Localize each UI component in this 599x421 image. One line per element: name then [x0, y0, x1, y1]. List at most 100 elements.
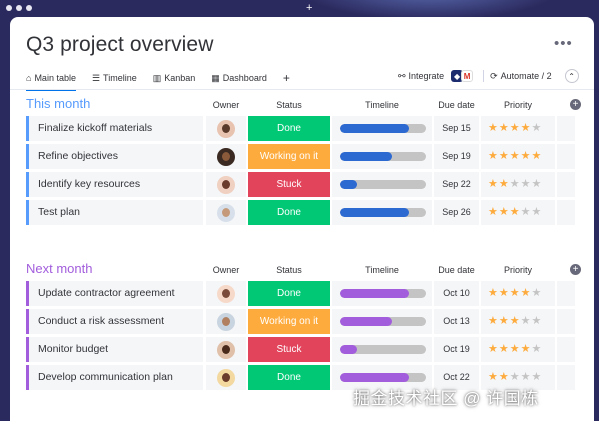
star-icon[interactable]: ★: [510, 122, 521, 134]
group-title[interactable]: Next month: [26, 261, 92, 276]
star-icon[interactable]: ★: [510, 150, 521, 162]
priority-rating[interactable]: ★★★★★: [481, 116, 555, 141]
collapse-header-button[interactable]: ⌃: [564, 69, 579, 83]
star-icon[interactable]: ★: [521, 178, 532, 190]
tab-kanban[interactable]: ▥ Kanban: [153, 71, 196, 85]
star-icon[interactable]: ★: [532, 122, 543, 134]
star-icon[interactable]: ★: [510, 206, 521, 218]
status-badge[interactable]: Stuck: [248, 337, 330, 362]
status-badge[interactable]: Done: [248, 200, 330, 225]
star-icon[interactable]: ★: [510, 178, 521, 190]
owner-cell[interactable]: [206, 116, 246, 141]
owner-cell[interactable]: [206, 309, 246, 334]
tab-dashboard[interactable]: ▦ Dashboard: [211, 71, 267, 85]
add-view-button[interactable]: +: [283, 71, 290, 85]
priority-rating[interactable]: ★★★★★: [481, 172, 555, 197]
star-icon[interactable]: ★: [510, 287, 521, 299]
window-controls[interactable]: [6, 5, 32, 11]
star-icon[interactable]: ★: [521, 315, 532, 327]
star-icon[interactable]: ★: [510, 371, 521, 383]
star-icon[interactable]: ★: [488, 343, 499, 355]
star-icon[interactable]: ★: [521, 150, 532, 162]
owner-cell[interactable]: [206, 200, 246, 225]
due-date[interactable]: Oct 13: [434, 309, 479, 334]
star-icon[interactable]: ★: [521, 343, 532, 355]
star-icon[interactable]: ★: [488, 371, 499, 383]
timeline-cell[interactable]: [332, 309, 432, 334]
star-icon[interactable]: ★: [532, 343, 543, 355]
item-name[interactable]: Refine objectives: [26, 144, 203, 169]
star-icon[interactable]: ★: [510, 315, 521, 327]
star-icon[interactable]: ★: [499, 206, 510, 218]
star-icon[interactable]: ★: [532, 315, 543, 327]
item-name[interactable]: Test plan: [26, 200, 203, 225]
priority-rating[interactable]: ★★★★★: [481, 200, 555, 225]
new-tab-icon[interactable]: +: [306, 1, 312, 15]
star-icon[interactable]: ★: [499, 343, 510, 355]
owner-cell[interactable]: [206, 281, 246, 306]
star-icon[interactable]: ★: [532, 206, 543, 218]
star-icon[interactable]: ★: [532, 178, 543, 190]
star-icon[interactable]: ★: [510, 343, 521, 355]
status-badge[interactable]: Done: [248, 365, 330, 390]
star-icon[interactable]: ★: [532, 287, 543, 299]
tab-main-table[interactable]: ⌂ Main table: [26, 71, 76, 91]
status-badge[interactable]: Stuck: [248, 172, 330, 197]
timeline-cell[interactable]: [332, 144, 432, 169]
star-icon[interactable]: ★: [521, 371, 532, 383]
star-icon[interactable]: ★: [488, 206, 499, 218]
priority-rating[interactable]: ★★★★★: [481, 337, 555, 362]
status-badge[interactable]: Working on it: [248, 144, 330, 169]
due-date[interactable]: Sep 15: [434, 116, 479, 141]
due-date[interactable]: Oct 10: [434, 281, 479, 306]
more-options-icon[interactable]: •••: [554, 35, 573, 52]
item-name[interactable]: Conduct a risk assessment: [26, 309, 203, 334]
status-badge[interactable]: Working on it: [248, 309, 330, 334]
item-name[interactable]: Identify key resources: [26, 172, 203, 197]
add-column-icon[interactable]: +: [570, 264, 581, 275]
star-icon[interactable]: ★: [521, 206, 532, 218]
star-icon[interactable]: ★: [532, 150, 543, 162]
star-icon[interactable]: ★: [499, 122, 510, 134]
due-date[interactable]: Sep 22: [434, 172, 479, 197]
timeline-cell[interactable]: [332, 116, 432, 141]
timeline-cell[interactable]: [332, 172, 432, 197]
due-date[interactable]: Oct 19: [434, 337, 479, 362]
star-icon[interactable]: ★: [499, 287, 510, 299]
item-name[interactable]: Update contractor agreement: [26, 281, 203, 306]
star-icon[interactable]: ★: [499, 315, 510, 327]
status-badge[interactable]: Done: [248, 116, 330, 141]
timeline-cell[interactable]: [332, 200, 432, 225]
status-badge[interactable]: Done: [248, 281, 330, 306]
star-icon[interactable]: ★: [532, 371, 543, 383]
group-title[interactable]: This month: [26, 96, 90, 111]
star-icon[interactable]: ★: [488, 150, 499, 162]
owner-cell[interactable]: [206, 337, 246, 362]
automate-button[interactable]: ⟳ Automate / 2: [490, 71, 552, 82]
star-icon[interactable]: ★: [488, 122, 499, 134]
tab-timeline[interactable]: ☰ Timeline: [92, 71, 137, 85]
owner-cell[interactable]: [206, 144, 246, 169]
due-date[interactable]: Sep 26: [434, 200, 479, 225]
star-icon[interactable]: ★: [488, 315, 499, 327]
priority-rating[interactable]: ★★★★★: [481, 144, 555, 169]
item-name[interactable]: Develop communication plan: [26, 365, 203, 390]
star-icon[interactable]: ★: [521, 122, 532, 134]
integrate-button[interactable]: ⚯ Integrate ◆ M: [398, 70, 474, 82]
add-column-icon[interactable]: +: [570, 99, 581, 110]
star-icon[interactable]: ★: [488, 287, 499, 299]
item-name[interactable]: Finalize kickoff materials: [26, 116, 203, 141]
star-icon[interactable]: ★: [499, 178, 510, 190]
owner-cell[interactable]: [206, 365, 246, 390]
star-icon[interactable]: ★: [521, 287, 532, 299]
star-icon[interactable]: ★: [499, 150, 510, 162]
owner-cell[interactable]: [206, 172, 246, 197]
timeline-cell[interactable]: [332, 337, 432, 362]
star-icon[interactable]: ★: [488, 178, 499, 190]
priority-rating[interactable]: ★★★★★: [481, 309, 555, 334]
item-name[interactable]: Monitor budget: [26, 337, 203, 362]
due-date[interactable]: Sep 19: [434, 144, 479, 169]
timeline-cell[interactable]: [332, 281, 432, 306]
priority-rating[interactable]: ★★★★★: [481, 281, 555, 306]
star-icon[interactable]: ★: [499, 371, 510, 383]
